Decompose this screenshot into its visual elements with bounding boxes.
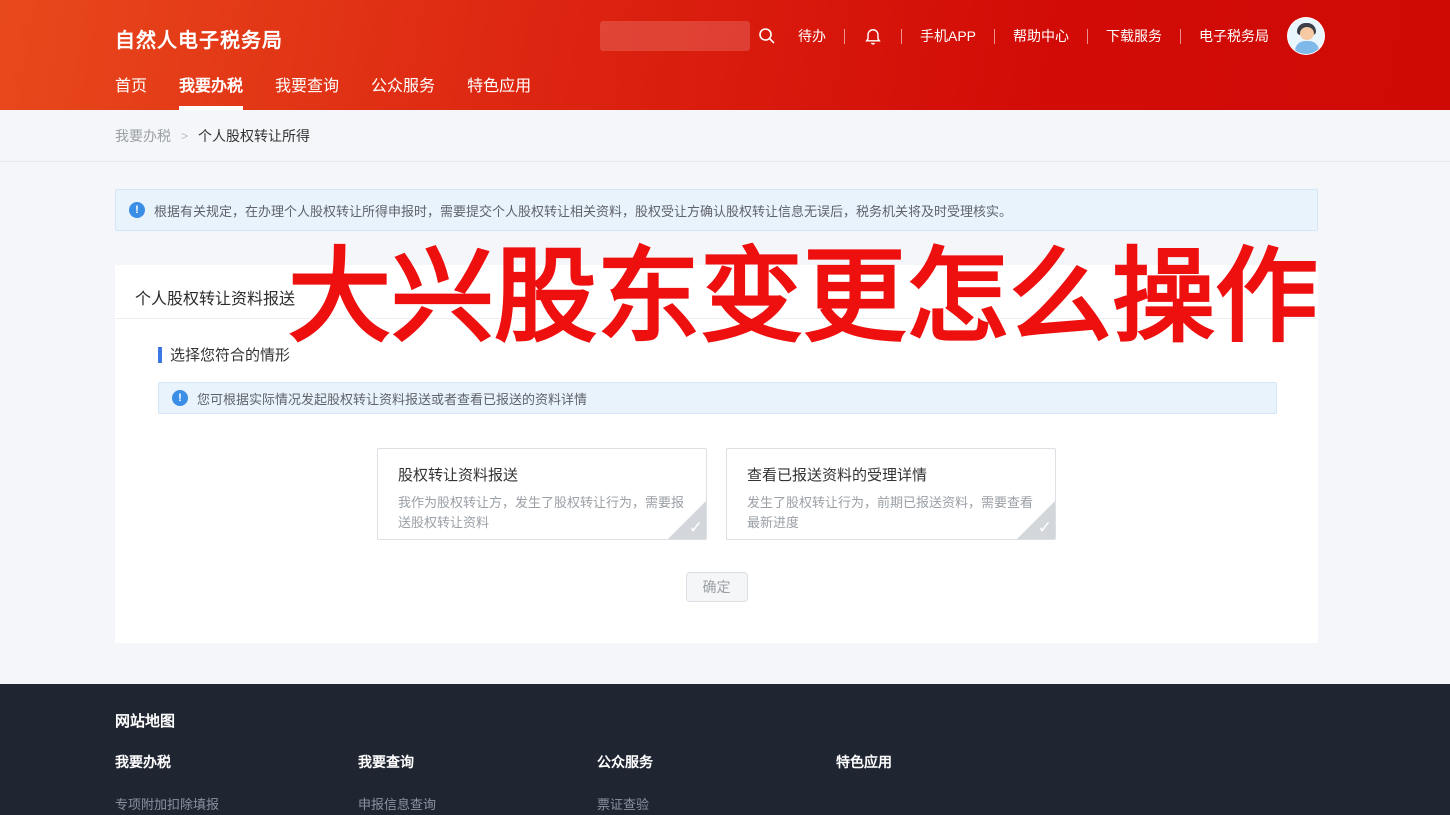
option-card-title: 股权转让资料报送 <box>398 464 686 485</box>
nav-query[interactable]: 我要查询 <box>275 72 339 110</box>
divider <box>115 318 1318 319</box>
main-panel: 个人股权转让资料报送 选择您符合的情形 ! 您可根据实际情况发起股权转让资料报送… <box>115 265 1318 643</box>
notice-banner: ! 根据有关规定，在办理个人股权转让所得申报时，需要提交个人股权转让相关资料，股… <box>115 189 1318 231</box>
search-input[interactable] <box>600 21 750 51</box>
footer-sitemap: 网站地图 我要办税 专项附加扣除填报 我要查询 申报信息查询 公众服务 票证查验… <box>0 684 1450 815</box>
sitemap-col-header: 我要查询 <box>358 752 597 772</box>
checkmark-icon: ✓ <box>689 518 703 538</box>
section-accent-bar <box>158 347 162 363</box>
sitemap-col-header: 公众服务 <box>597 752 836 772</box>
header-toolbar: 待办 手机APP 帮助中心 下载服务 电子税务局 <box>600 0 1325 72</box>
divider <box>901 29 902 44</box>
sitemap-col-public: 公众服务 票证查验 <box>597 752 836 813</box>
breadcrumb-arrow-icon: > <box>181 129 188 143</box>
option-card-submit[interactable]: 股权转让资料报送 我作为股权转让方，发生了股权转让行为，需要报送股权转让资料 ✓ <box>377 448 707 540</box>
divider <box>994 29 995 44</box>
sitemap-col-header: 特色应用 <box>836 752 892 772</box>
mobile-app-link[interactable]: 手机APP <box>920 26 976 46</box>
sitemap-col-header: 我要办税 <box>115 752 358 772</box>
option-card-desc: 发生了股权转让行为，前期已报送资料，需要查看最新进度 <box>747 493 1035 533</box>
download-service-link[interactable]: 下载服务 <box>1106 26 1162 46</box>
page-title: 个人股权转让资料报送 <box>135 285 295 309</box>
breadcrumb-current: 个人股权转让所得 <box>198 126 310 146</box>
option-card-desc: 我作为股权转让方，发生了股权转让行为，需要报送股权转让资料 <box>398 493 686 533</box>
nav-home[interactable]: 首页 <box>115 72 147 110</box>
todo-link[interactable]: 待办 <box>798 26 826 46</box>
avatar-body <box>1295 41 1319 55</box>
page: 自然人电子税务局 待办 手机APP 帮助中心 下载服务 <box>0 0 1450 815</box>
sitemap-col-tax: 我要办税 专项附加扣除填报 <box>115 752 358 813</box>
confirm-button[interactable]: 确定 <box>686 572 748 602</box>
help-center-link[interactable]: 帮助中心 <box>1013 26 1069 46</box>
sitemap-link[interactable]: 票证查验 <box>597 794 836 813</box>
user-avatar[interactable] <box>1287 17 1325 55</box>
avatar-face <box>1300 27 1314 40</box>
sitemap-col-special: 特色应用 <box>836 752 892 813</box>
option-cards-row: 股权转让资料报送 我作为股权转让方，发生了股权转让行为，需要报送股权转让资料 ✓… <box>115 448 1318 540</box>
sitemap-col-query: 我要查询 申报信息查询 <box>358 752 597 813</box>
divider <box>1087 29 1088 44</box>
app-logo: 自然人电子税务局 <box>115 24 283 53</box>
option-card-view-status[interactable]: 查看已报送资料的受理详情 发生了股权转让行为，前期已报送资料，需要查看最新进度 … <box>726 448 1056 540</box>
app-header: 自然人电子税务局 待办 手机APP 帮助中心 下载服务 <box>0 0 1450 110</box>
notice-text: 根据有关规定，在办理个人股权转让所得申报时，需要提交个人股权转让相关资料，股权受… <box>154 201 1012 220</box>
notification-bell-icon[interactable] <box>863 25 883 47</box>
sitemap-link[interactable]: 申报信息查询 <box>358 794 597 813</box>
checkmark-icon: ✓ <box>1038 518 1052 538</box>
breadcrumb-parent[interactable]: 我要办税 <box>115 126 171 146</box>
divider <box>844 29 845 44</box>
nav-public-service[interactable]: 公众服务 <box>371 72 435 110</box>
breadcrumb: 我要办税 > 个人股权转让所得 <box>0 110 1450 162</box>
option-card-title: 查看已报送资料的受理详情 <box>747 464 1035 485</box>
sitemap-title: 网站地图 <box>115 710 175 731</box>
sitemap-link[interactable]: 专项附加扣除填报 <box>115 794 358 813</box>
nav-tax-active[interactable]: 我要办税 <box>179 72 243 110</box>
info-icon: ! <box>129 202 145 218</box>
section-header: 选择您符合的情形 <box>158 344 290 365</box>
hint-banner: ! 您可根据实际情况发起股权转让资料报送或者查看已报送的资料详情 <box>158 382 1277 414</box>
search-icon[interactable] <box>758 27 776 45</box>
info-icon: ! <box>172 390 188 406</box>
section-title: 选择您符合的情形 <box>170 344 290 365</box>
nav-special-app[interactable]: 特色应用 <box>467 72 531 110</box>
main-nav: 首页 我要办税 我要查询 公众服务 特色应用 <box>115 72 563 110</box>
sitemap-columns: 我要办税 专项附加扣除填报 我要查询 申报信息查询 公众服务 票证查验 特色应用 <box>115 752 892 813</box>
hint-text: 您可根据实际情况发起股权转让资料报送或者查看已报送的资料详情 <box>197 389 587 408</box>
etax-bureau-link[interactable]: 电子税务局 <box>1199 26 1269 46</box>
divider <box>1180 29 1181 44</box>
